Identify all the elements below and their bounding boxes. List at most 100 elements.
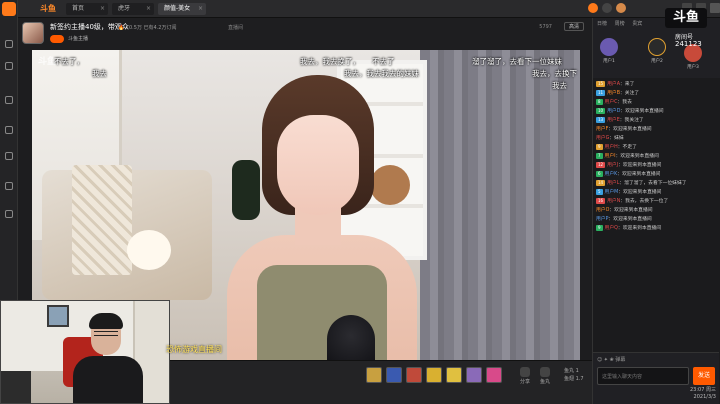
system-clock: 23:07 周三 2021/3/3 (690, 387, 716, 400)
chat-nickname[interactable]: 用户F (596, 127, 608, 132)
chat-nickname[interactable]: 用户P (596, 217, 609, 222)
gift-icon[interactable] (406, 367, 422, 383)
chat-message: 15 用户A：来了 (593, 80, 719, 89)
chat-nickname[interactable]: 用户Q (605, 226, 618, 231)
chat-messages: 15 用户A：来了 11 用户B：关注了 8 用户C：我去 10 用户D：欢迎来到本直播间 13… (593, 80, 719, 350)
tab-home[interactable]: 首页 × (66, 3, 108, 15)
record-icon[interactable] (588, 3, 598, 13)
tab-vip[interactable]: 贵宾 (632, 21, 642, 27)
room-stats: 🔥 10.5万 已有4.2万订阅 (118, 25, 177, 31)
gift-icon[interactable] (386, 367, 402, 383)
chat-text: ：关注了 (619, 91, 640, 96)
room-owner[interactable]: 斗鱼主播 (68, 35, 88, 42)
danmaku-text: 溜了溜了，去看下一位妹妹 (472, 57, 562, 66)
quality-select[interactable]: 高清 (563, 22, 584, 31)
video-blanket-scene (72, 165, 132, 275)
chat-message: 16 用户N：我去，去换下一位了 (593, 197, 719, 206)
chat-message: 9 用户Q：欢迎来到本直播间 (593, 224, 719, 233)
tab-active-room[interactable]: 颜值-美女 × (158, 3, 206, 15)
chat-nickname[interactable]: 用户L (607, 181, 619, 186)
app-logo-icon[interactable] (2, 2, 16, 16)
level-badge: 9 (596, 144, 603, 150)
rank-user[interactable]: 用户1 (597, 38, 621, 64)
send-button[interactable]: 发送 (693, 367, 715, 385)
chat-nickname[interactable]: 用户E (607, 118, 620, 123)
top-bar: 斗鱼 首页 × 虎牙 × 颜值-美女 × (18, 0, 720, 18)
home-icon[interactable] (3, 40, 15, 49)
tab-douyu[interactable]: 虎牙 × (112, 3, 154, 15)
chat-text: ：妹妹 (609, 136, 624, 141)
follow-icon[interactable] (3, 62, 15, 71)
chat-panel: 日榜 周榜 贵宾 用户1 用户2 用户3 斗鱼 房间号 241123 15 用户A… (592, 8, 720, 404)
chat-message: 用户G：妹妹 (593, 134, 719, 143)
chat-text: ：欢迎来到本直播间 (609, 208, 653, 213)
category-icon[interactable] (3, 96, 15, 105)
rank-user[interactable]: 用户2 (645, 38, 669, 64)
chat-nickname[interactable]: 用户K (605, 172, 618, 177)
chat-nickname[interactable]: 用户A (607, 82, 620, 87)
chat-nickname[interactable]: 用户G (596, 136, 609, 141)
room-id-value: 241123 (675, 40, 702, 48)
level-badge: 14 (596, 180, 606, 186)
chat-message: 5 用户M：欢迎来到本直播间 (593, 188, 719, 197)
danmaku-text: 我去 (92, 69, 107, 78)
streamer-avatar[interactable] (22, 22, 44, 44)
danmaku-text: 我去，去换下 (532, 69, 577, 78)
rank-tabs: 日榜 周榜 贵宾 (597, 20, 648, 27)
user-avatar-icon[interactable] (616, 3, 626, 13)
chat-message: 12 用户J：欢迎来到本直播间 (593, 161, 719, 170)
gift-icon[interactable] (366, 367, 382, 383)
level-badge: 5 (596, 189, 603, 195)
chat-nickname[interactable]: 用户H (605, 145, 618, 150)
chat-input[interactable]: 这里输入聊天内容 (597, 367, 689, 385)
gift-icon[interactable] (426, 367, 442, 383)
chat-text: ：我关注了 (619, 118, 644, 123)
danmaku-text: 我去，我去换了， (300, 57, 360, 66)
viewer-count: 5797 (539, 24, 552, 30)
chat-nickname[interactable]: 用户D (607, 109, 620, 114)
chat-text: ：溜了溜了，去看下一位妹妹了 (619, 181, 687, 186)
video-toy-scene (127, 230, 171, 270)
video-icon[interactable] (3, 126, 15, 135)
room-category[interactable]: 直播间 (228, 24, 243, 31)
chat-nickname[interactable]: 用户N (607, 199, 620, 204)
chat-message: 8 用户C：我去 (593, 98, 719, 107)
gift-icon[interactable] (466, 367, 482, 383)
gift-icon[interactable] (486, 367, 502, 383)
chat-nickname[interactable]: 用户O (596, 208, 609, 213)
chat-nickname[interactable]: 用户B (607, 91, 620, 96)
settings-icon[interactable] (3, 210, 15, 219)
chat-message: 14 用户L：溜了溜了，去看下一位妹妹了 (593, 179, 719, 188)
danmaku-text: 不去了， (54, 57, 84, 66)
chat-text: ：来了 (619, 82, 635, 87)
game-icon[interactable] (3, 152, 15, 161)
close-icon[interactable] (710, 3, 720, 13)
microphone-icon (327, 315, 375, 360)
level-badge: 6 (596, 171, 603, 177)
chat-nickname[interactable]: 用户M (605, 190, 619, 195)
room-header: 新签约主播40级，带观众 斗鱼主播 🔥 10.5万 已有4.2万订阅 直播间 5… (18, 18, 592, 50)
chat-tools[interactable]: ☺ ✦ ❀ 弹幕 (597, 356, 625, 363)
tab-weekly-rank[interactable]: 周榜 (615, 21, 625, 27)
follow-button[interactable] (50, 35, 64, 43)
chat-text: ：欢迎来到本直播间 (618, 163, 662, 168)
level-badge: 7 (596, 153, 603, 159)
pip-webcam[interactable] (0, 300, 170, 404)
chat-nickname[interactable]: 用户J (607, 163, 618, 168)
share-button[interactable]: 分享 (516, 367, 534, 385)
pip-caption: 恐怖游戏直播间 (166, 345, 222, 354)
yuwan-button[interactable]: 鱼丸 (536, 367, 554, 385)
chat-nickname[interactable]: 用户I (605, 154, 616, 159)
danmaku-text: 我去，我去我去的妹妹 (344, 69, 419, 78)
chat-message: 11 用户B：关注了 (593, 89, 719, 98)
chat-message: 9 用户H：不走了 (593, 143, 719, 152)
chat-message: 7 用户I：欢迎来到本直播间 (593, 152, 719, 161)
chat-nickname[interactable]: 用户C (605, 100, 618, 105)
tab-daily-rank[interactable]: 日榜 (597, 21, 607, 27)
gift-icon[interactable] (446, 367, 462, 383)
chat-message: 10 用户D：欢迎来到本直播间 (593, 107, 719, 116)
chat-text: ：不走了 (617, 145, 637, 150)
chat-message: 用户O：欢迎来到本直播间 (593, 206, 719, 215)
skin-icon[interactable] (602, 3, 612, 13)
message-icon[interactable] (3, 182, 15, 191)
